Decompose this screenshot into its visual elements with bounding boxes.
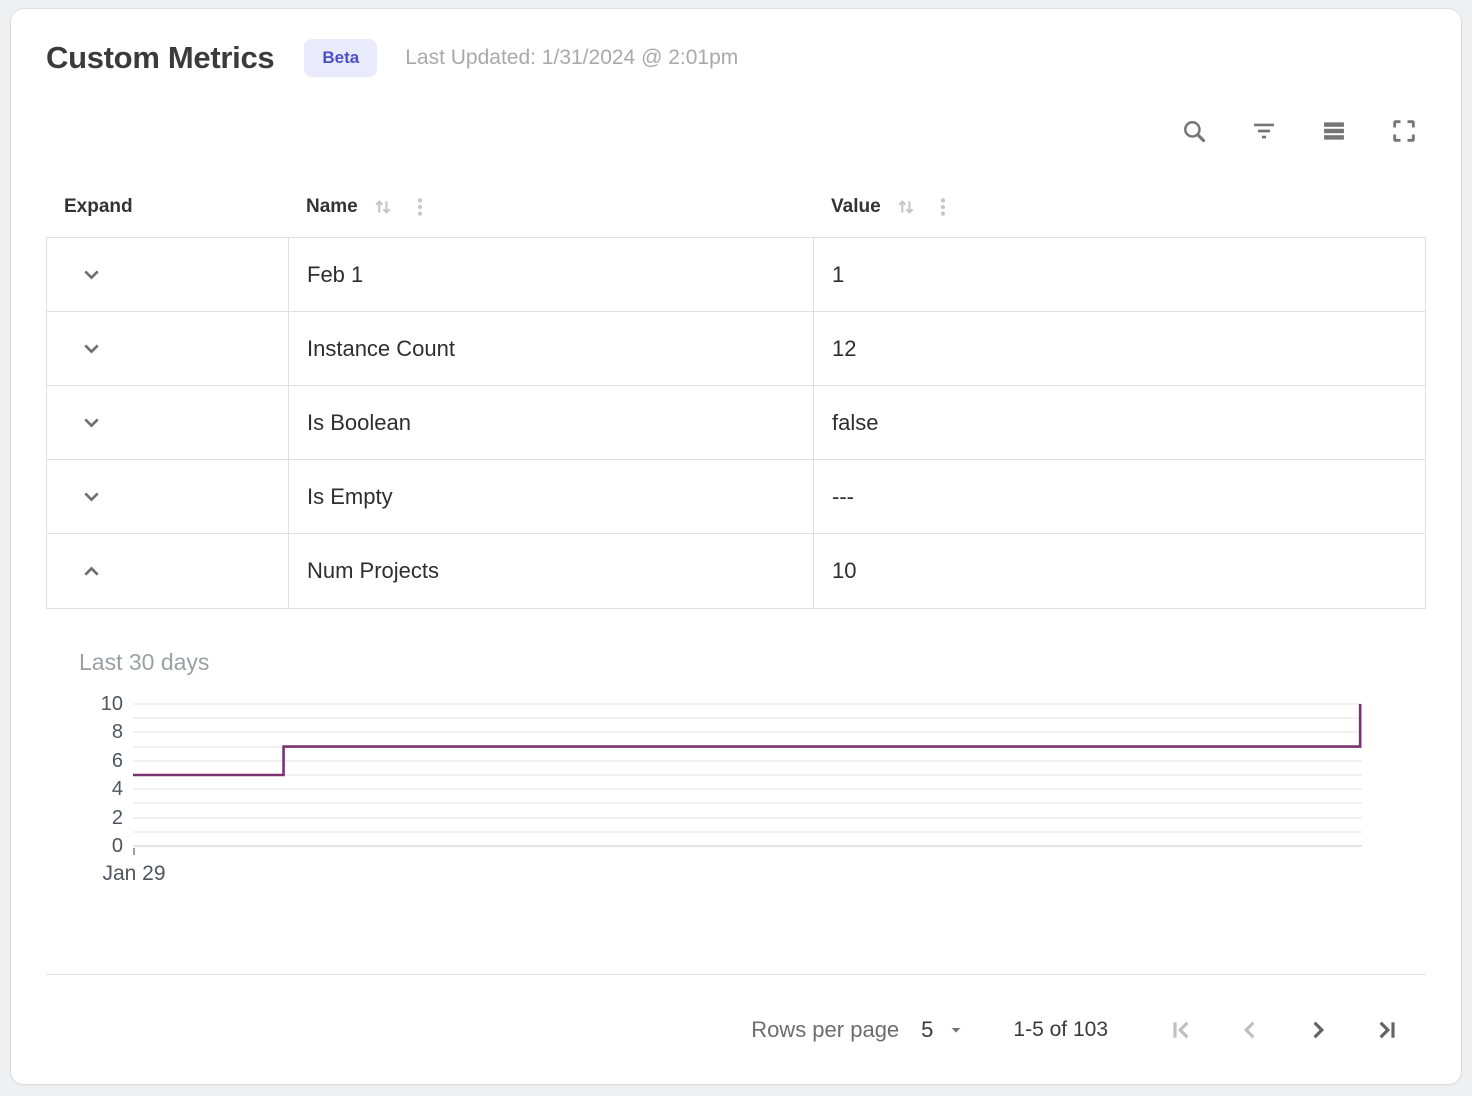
chevron-up-icon bbox=[78, 558, 105, 585]
table-row: Is Boolean false bbox=[47, 386, 1425, 460]
filter-icon bbox=[1250, 117, 1278, 145]
rows-per-page-value: 5 bbox=[921, 1017, 933, 1043]
column-header-name[interactable]: Name bbox=[288, 177, 813, 237]
metric-name: Is Empty bbox=[288, 460, 813, 533]
last-updated-text: Last Updated: 1/31/2024 @ 2:01pm bbox=[405, 46, 738, 70]
y-tick-label: 0 bbox=[112, 836, 123, 856]
next-page-button[interactable] bbox=[1296, 1008, 1340, 1052]
chart-title: Last 30 days bbox=[79, 649, 1426, 676]
search-icon bbox=[1180, 117, 1208, 145]
chevron-down-icon bbox=[78, 483, 105, 510]
metric-value: --- bbox=[813, 460, 1425, 533]
x-tick-mark bbox=[133, 848, 135, 855]
column-label: Value bbox=[831, 196, 881, 218]
metric-value: 12 bbox=[813, 312, 1425, 385]
pagination-controls bbox=[1136, 1008, 1408, 1052]
custom-metrics-card: Custom Metrics Beta Last Updated: 1/31/2… bbox=[10, 8, 1462, 1085]
chevron-down-icon bbox=[78, 261, 105, 288]
last-page-icon bbox=[1372, 1016, 1400, 1044]
first-page-icon bbox=[1168, 1016, 1196, 1044]
expand-row-button[interactable] bbox=[71, 403, 111, 443]
fullscreen-button[interactable] bbox=[1382, 109, 1426, 153]
chevron-down-icon bbox=[78, 409, 105, 436]
pagination-range: 1-5 of 103 bbox=[1013, 1018, 1108, 1042]
column-header-value[interactable]: Value bbox=[813, 177, 1426, 237]
expand-cell bbox=[47, 238, 288, 311]
expand-cell bbox=[47, 534, 288, 608]
metric-value: false bbox=[813, 386, 1425, 459]
table-row: Instance Count 12 bbox=[47, 312, 1425, 386]
first-page-button[interactable] bbox=[1160, 1008, 1204, 1052]
kebab-menu-icon bbox=[931, 195, 955, 219]
sort-arrows-icon bbox=[893, 194, 919, 220]
search-button[interactable] bbox=[1172, 109, 1216, 153]
chevron-right-icon bbox=[1304, 1016, 1332, 1044]
sort-value-button[interactable] bbox=[893, 194, 919, 220]
kebab-menu-icon bbox=[408, 195, 432, 219]
y-tick-label: 4 bbox=[112, 779, 123, 799]
metric-name: Feb 1 bbox=[288, 238, 813, 311]
expand-cell bbox=[47, 312, 288, 385]
y-tick-label: 6 bbox=[112, 751, 123, 771]
metric-name: Is Boolean bbox=[288, 386, 813, 459]
table-toolbar bbox=[46, 109, 1426, 153]
y-tick-label: 8 bbox=[112, 722, 123, 742]
name-column-menu-button[interactable] bbox=[408, 195, 432, 219]
chart-plot-area bbox=[133, 704, 1362, 846]
chart: 10 8 6 4 2 0 Jan 29 bbox=[79, 704, 1362, 894]
expand-row-button[interactable] bbox=[71, 477, 111, 517]
previous-page-button[interactable] bbox=[1228, 1008, 1272, 1052]
page-title: Custom Metrics bbox=[46, 40, 274, 76]
metric-value: 1 bbox=[813, 238, 1425, 311]
value-column-menu-button[interactable] bbox=[931, 195, 955, 219]
expand-cell bbox=[47, 386, 288, 459]
y-tick-label: 2 bbox=[112, 808, 123, 828]
table-row: Is Empty --- bbox=[47, 460, 1425, 534]
expand-cell bbox=[47, 460, 288, 533]
beta-badge: Beta bbox=[304, 39, 377, 77]
caret-down-icon bbox=[945, 1019, 967, 1041]
column-label: Name bbox=[306, 196, 358, 218]
metric-name: Num Projects bbox=[288, 534, 813, 608]
table-row-expanded: Num Projects 10 bbox=[47, 534, 1425, 608]
sort-arrows-icon bbox=[370, 194, 396, 220]
filter-button[interactable] bbox=[1242, 109, 1286, 153]
x-tick-label: Jan 29 bbox=[102, 862, 165, 886]
rows-per-page-label: Rows per page bbox=[751, 1017, 899, 1043]
y-axis-labels: 10 8 6 4 2 0 bbox=[79, 704, 123, 846]
expand-row-button[interactable] bbox=[71, 329, 111, 369]
column-label: Expand bbox=[64, 196, 133, 218]
collapse-row-button[interactable] bbox=[71, 551, 111, 591]
chevron-left-icon bbox=[1236, 1016, 1264, 1044]
rows-per-page-select[interactable]: 5 bbox=[921, 1017, 967, 1043]
y-tick-label: 10 bbox=[101, 694, 123, 714]
header: Custom Metrics Beta Last Updated: 1/31/2… bbox=[46, 39, 1426, 77]
chart-step-line bbox=[133, 704, 1362, 846]
expanded-chart-panel: Last 30 days 10 8 6 4 2 0 Jan 29 bbox=[46, 649, 1426, 894]
metric-value: 10 bbox=[813, 534, 1425, 608]
sort-name-button[interactable] bbox=[370, 194, 396, 220]
table-body: Feb 1 1 Instance Count 12 Is Boolean fal… bbox=[46, 237, 1426, 609]
fullscreen-icon bbox=[1390, 117, 1418, 145]
density-icon bbox=[1320, 117, 1348, 145]
last-page-button[interactable] bbox=[1364, 1008, 1408, 1052]
pagination-footer: Rows per page 5 1-5 of 103 bbox=[46, 974, 1426, 1084]
x-axis: Jan 29 bbox=[133, 846, 1362, 894]
table-row: Feb 1 1 bbox=[47, 238, 1425, 312]
metric-name: Instance Count bbox=[288, 312, 813, 385]
table-header: Expand Name Value bbox=[46, 177, 1426, 237]
expand-row-button[interactable] bbox=[71, 255, 111, 295]
column-header-expand: Expand bbox=[46, 177, 288, 237]
chevron-down-icon bbox=[78, 335, 105, 362]
density-button[interactable] bbox=[1312, 109, 1356, 153]
